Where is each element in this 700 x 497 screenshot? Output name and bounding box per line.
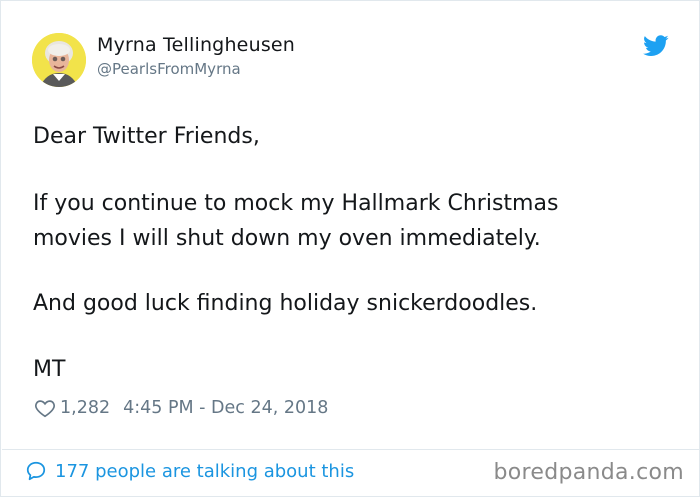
tweet-timestamp[interactable]: 4:45 PM - Dec 24, 2018 [123, 398, 328, 418]
like-count[interactable]: 1,282 [60, 398, 110, 418]
chat-bubble-icon [26, 461, 46, 481]
tweet-text-line-2: If you continue to mock my Hallmark Chri… [33, 191, 559, 216]
tweet-meta: 1,282 4:45 PM - Dec 24, 2018 [34, 397, 328, 419]
watermark: boredpanda.com [493, 460, 684, 485]
conversation-link[interactable]: 177 people are talking about this [25, 460, 354, 482]
tweet-signature: MT [33, 357, 66, 382]
tweet-card: Myrna Tellingheusen @PearlsFromMyrna Dea… [0, 0, 700, 497]
author-handle[interactable]: @PearlsFromMyrna [97, 60, 241, 78]
tweet-text-line-4: And good luck finding holiday snickerdoo… [33, 291, 538, 316]
heart-icon[interactable] [34, 397, 56, 419]
avatar[interactable] [32, 33, 86, 87]
avatar-photo [32, 33, 86, 87]
tweet-text-line-3: movies I will shut down my oven immediat… [33, 226, 541, 251]
divider [2, 449, 699, 450]
conversation-label: 177 people are talking about this [55, 460, 355, 482]
twitter-bird-icon[interactable] [643, 34, 669, 58]
tweet-text-line-1: Dear Twitter Friends, [33, 124, 260, 149]
author-display-name[interactable]: Myrna Tellingheusen [97, 34, 295, 56]
